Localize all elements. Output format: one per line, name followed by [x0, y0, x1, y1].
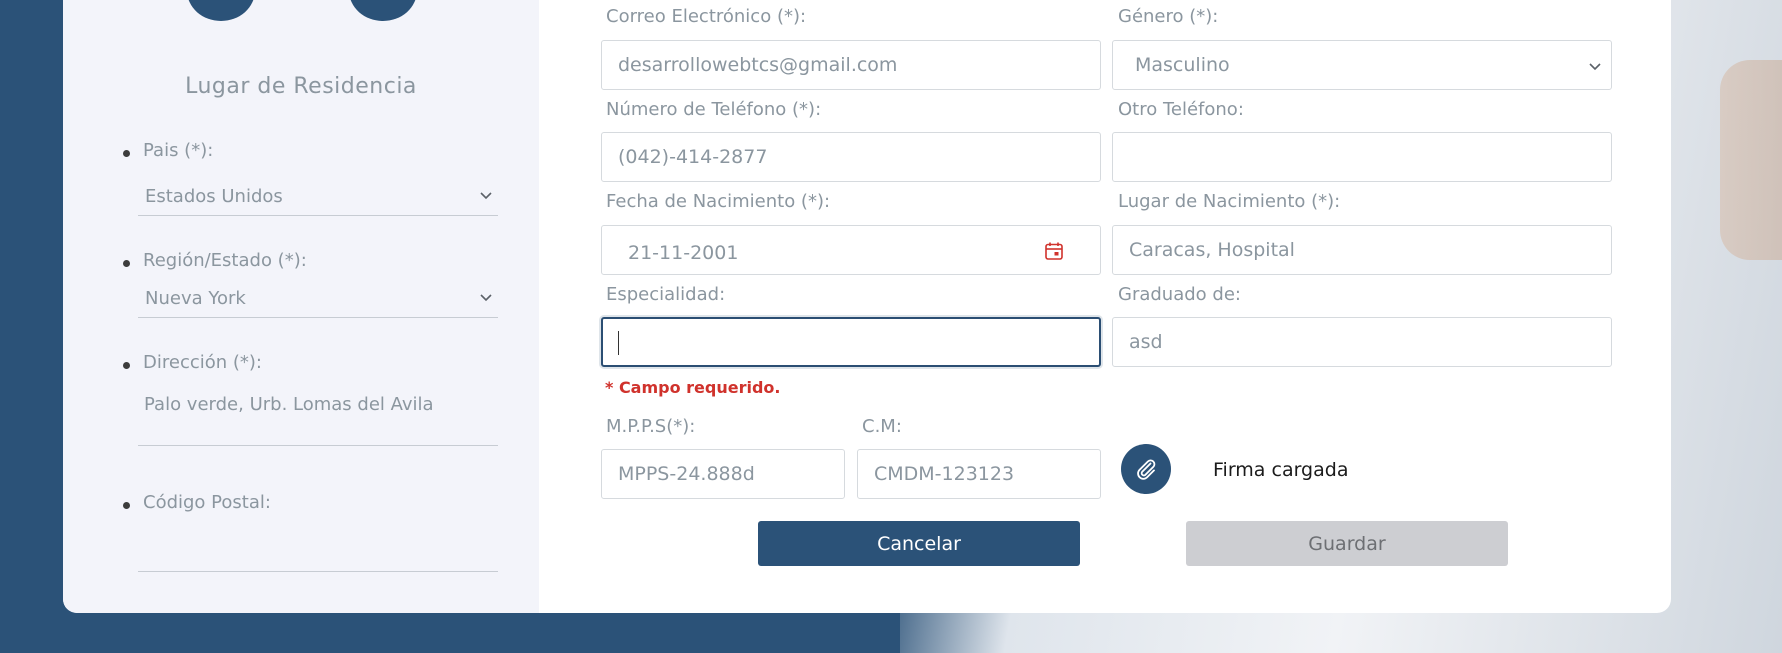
- email-value: desarrollowebtcs@gmail.com: [618, 54, 898, 76]
- country-select[interactable]: Estados Unidos: [138, 180, 498, 216]
- birth-date-value: 21-11-2001: [628, 242, 739, 264]
- address-input[interactable]: Palo verde, Urb. Lomas del Avila: [138, 390, 498, 446]
- gender-value: Masculino: [1135, 54, 1230, 76]
- signature-status: Firma cargada: [1213, 459, 1349, 481]
- cm-value: CMDM-123123: [874, 463, 1015, 485]
- text-caret: [618, 331, 619, 355]
- birth-date-field[interactable]: 21-11-2001: [601, 225, 1101, 275]
- postal-input[interactable]: [138, 526, 498, 572]
- chevron-down-icon: [1589, 63, 1601, 71]
- paperclip-icon: [1137, 459, 1156, 480]
- mpps-field[interactable]: MPPS-24.888d: [601, 449, 845, 499]
- specialty-label: Especialidad:: [606, 284, 726, 305]
- graduated-value: asd: [1129, 331, 1163, 353]
- other-phone-field[interactable]: [1112, 132, 1612, 182]
- bullet: [123, 362, 130, 369]
- country-value: Estados Unidos: [145, 186, 283, 207]
- cm-label: C.M:: [862, 416, 902, 437]
- avatar: [349, 0, 417, 21]
- upload-signature-button[interactable]: [1121, 444, 1171, 494]
- birth-place-value: Caracas, Hospital: [1129, 239, 1295, 261]
- residence-sidebar: Lugar de Residencia Pais (*): Estados Un…: [63, 0, 539, 613]
- profile-card: Lugar de Residencia Pais (*): Estados Un…: [63, 0, 1671, 613]
- cm-field[interactable]: CMDM-123123: [857, 449, 1101, 499]
- phone-field[interactable]: (042)-414-2877: [601, 132, 1101, 182]
- cancel-button[interactable]: Cancelar: [758, 521, 1080, 566]
- region-value: Nueva York: [145, 288, 246, 309]
- address-value: Palo verde, Urb. Lomas del Avila: [144, 394, 434, 415]
- mpps-label: M.P.P.S(*):: [606, 416, 696, 437]
- bullet: [123, 502, 130, 509]
- specialty-field[interactable]: [601, 317, 1101, 367]
- graduated-field[interactable]: asd: [1112, 317, 1612, 367]
- sidebar-title: Lugar de Residencia: [185, 74, 417, 99]
- personal-form: Correo Electrónico (*): desarrollowebtcs…: [539, 0, 1671, 613]
- bullet: [123, 150, 130, 157]
- avatar: [187, 0, 255, 21]
- gender-label: Género (*):: [1118, 6, 1219, 27]
- birth-place-label: Lugar de Nacimiento (*):: [1118, 191, 1341, 212]
- other-phone-label: Otro Teléfono:: [1118, 99, 1244, 120]
- email-label: Correo Electrónico (*):: [606, 6, 807, 27]
- birth-place-field[interactable]: Caracas, Hospital: [1112, 225, 1612, 275]
- chevron-down-icon: [480, 294, 492, 302]
- graduated-label: Graduado de:: [1118, 284, 1241, 305]
- save-button[interactable]: Guardar: [1186, 521, 1508, 566]
- phone-label: Número de Teléfono (*):: [606, 99, 822, 120]
- postal-label: Código Postal:: [143, 492, 271, 513]
- region-select[interactable]: Nueva York: [138, 282, 498, 318]
- mpps-value: MPPS-24.888d: [618, 463, 755, 485]
- country-label: Pais (*):: [143, 140, 214, 161]
- phone-value: (042)-414-2877: [618, 146, 768, 168]
- specialty-error: * Campo requerido.: [605, 378, 781, 397]
- address-label: Dirección (*):: [143, 352, 262, 373]
- bullet: [123, 260, 130, 267]
- gender-select[interactable]: Masculino: [1112, 40, 1612, 90]
- calendar-icon[interactable]: [1044, 241, 1064, 261]
- birth-date-label: Fecha de Nacimiento (*):: [606, 191, 831, 212]
- region-label: Región/Estado (*):: [143, 250, 307, 271]
- chevron-down-icon: [480, 192, 492, 200]
- email-field[interactable]: desarrollowebtcs@gmail.com: [601, 40, 1101, 90]
